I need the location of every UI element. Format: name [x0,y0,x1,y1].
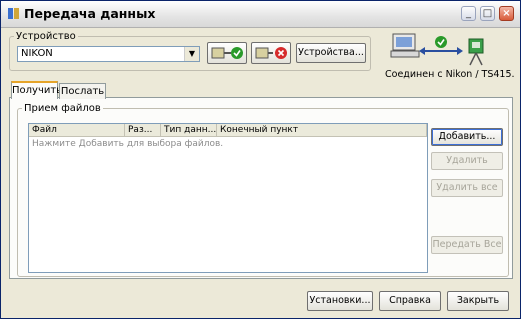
tab-send[interactable]: Послать [59,83,106,99]
close-button-label: Закрыть [456,295,500,306]
minimize-icon: _ [466,8,471,19]
transfer-all-button-label: Передать Все [432,239,502,250]
connection-status: Соединен с Nikon / TS415. [385,69,515,80]
device-select-value: NIKON [21,48,53,59]
remove-all-button[interactable]: Удалить все [431,179,503,197]
device-properties-button[interactable]: Устройства... [296,43,366,63]
maximize-icon: □ [482,8,493,19]
settings-button[interactable]: Установки... [307,291,373,311]
column-header-file[interactable]: Файл [29,124,125,137]
chevron-down-icon[interactable]: ▼ [184,47,199,61]
settings-button-label: Установки... [309,295,371,306]
add-button[interactable]: Добавить... [431,128,503,146]
close-icon: × [502,8,511,19]
minimize-button[interactable]: _ [461,6,476,21]
app-icon [8,8,19,19]
tab-receive[interactable]: Получить [11,81,62,99]
connection-diagram [390,33,484,66]
device-group-label: Устройство [16,31,76,42]
close-button[interactable]: Закрыть [447,291,509,311]
column-header-data-type[interactable]: Тип данн... [161,124,217,137]
disconnect-button[interactable] [251,42,291,64]
computer-icon [390,33,420,58]
add-button-label: Добавить... [438,131,496,142]
device-properties-label: Устройства... [298,47,364,58]
help-button[interactable]: Справка [379,291,441,311]
file-list[interactable]: Файл Раз... Тип данн... Конечный пункт Н… [28,123,428,273]
maximize-button[interactable]: □ [480,6,495,21]
column-header-size[interactable]: Раз... [125,124,161,137]
connect-icon [211,47,243,59]
close-window-button[interactable]: × [499,6,514,21]
receive-group-label: Прием файлов [24,103,101,114]
tab-send-label: Послать [60,86,105,97]
remove-all-button-label: Удалить все [436,182,498,193]
transfer-all-button[interactable]: Передать Все [431,236,503,254]
disconnect-icon [255,47,287,59]
help-button-label: Справка [389,295,431,306]
window-title: Передача данных [24,6,156,21]
connection-ok-icon [435,36,447,48]
total-station-icon [468,38,484,66]
tab-receive-label: Получить [12,85,63,96]
column-header-destination[interactable]: Конечный пункт [217,124,427,137]
remove-button-label: Удалить [446,155,488,166]
transfer-window: Передача данных _ □ × Устройство NIKON ▼… [0,0,521,319]
empty-list-hint: Нажмите Добавить для выбора файлов. [32,139,224,149]
remove-button[interactable]: Удалить [431,152,503,170]
device-select[interactable]: NIKON ▼ [17,46,200,62]
title-bar[interactable]: Передача данных _ □ × [1,1,520,28]
connect-button[interactable] [207,42,247,64]
